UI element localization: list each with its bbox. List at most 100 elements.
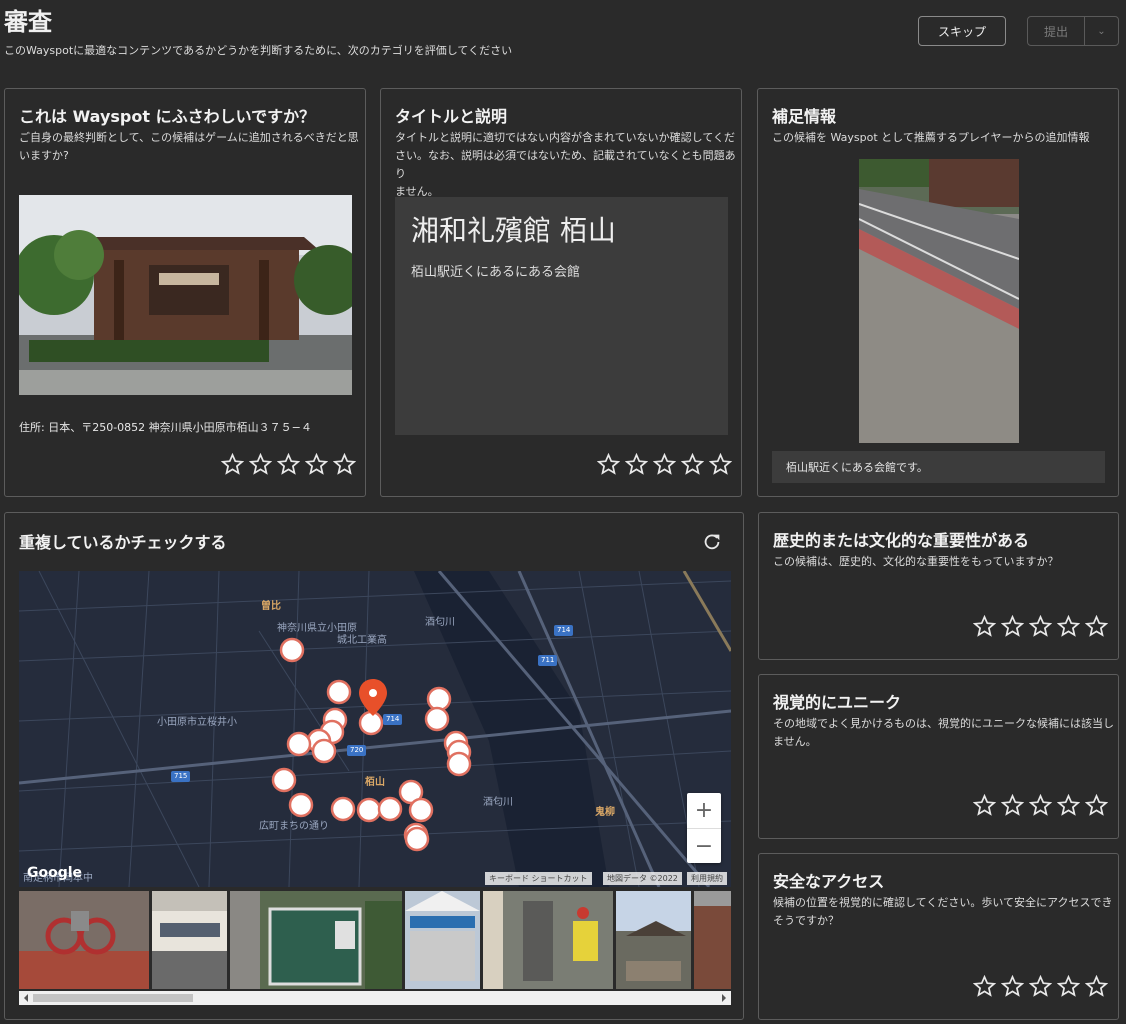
submit-dropdown-chevron-down-icon[interactable]: ⌄ <box>1084 16 1119 46</box>
zoom-out-button[interactable]: − <box>687 829 721 864</box>
map-canvas[interactable] <box>19 571 731 887</box>
supplemental-text-box: 栢山駅近くにある会館です。 <box>772 451 1105 483</box>
star-icon[interactable] <box>1085 615 1108 638</box>
desc-line: ご自身の最終判断として、この候補はゲームに追加されるべきだと思 <box>19 131 359 144</box>
star-rating-title-description[interactable] <box>597 453 732 476</box>
card-title: 歴史的または文化的な重要性がある <box>773 531 1030 550</box>
keyboard-shortcuts-link[interactable]: キーボード ショートカット <box>485 872 592 885</box>
road-badge: 714 <box>383 714 403 725</box>
star-icon[interactable] <box>1029 615 1052 638</box>
star-rating-visual[interactable] <box>973 794 1108 817</box>
duplicate-map[interactable]: 曽比 神奈川県立小田原 城北工業高 小田原市立桜井小 栢山 鬼柳 酒匂川 酒匂川… <box>19 571 731 887</box>
nearby-photo-thumbnail[interactable] <box>19 891 149 989</box>
desc-line: さい。なお、説明は必須ではないため、記載されていなくとも問題あり <box>395 149 736 180</box>
wayspot-title: 湘和礼殯館 栢山 <box>411 214 616 247</box>
map-label: 酒匂川 <box>425 617 455 628</box>
card-description: ご自身の最終判断として、この候補はゲームに追加されるべきだと思 いますか? <box>19 129 359 165</box>
card-description: タイトルと説明に適切ではない内容が含まれていないか確認してくだ さい。なお、説明… <box>395 129 741 201</box>
desc-line: その地域でよく見かけるものは、視覚的にユニークな候補には該当し <box>773 717 1114 730</box>
star-rating-access[interactable] <box>973 975 1108 998</box>
card-description: 候補の位置を視覚的に確認してください。歩いて安全にアクセスでき そうですか？ <box>773 894 1112 930</box>
zoom-in-button[interactable]: + <box>687 793 721 828</box>
wayspot-title-box: 湘和礼殯館 栢山 栢山駅近くにあるにある会館 <box>395 197 728 435</box>
nearby-photo-thumbnail[interactable] <box>405 891 480 989</box>
map-label: 小田原市立桜井小 <box>157 717 237 728</box>
appropriate-card: これは Wayspot にふさわしいですか？ ご自身の最終判断として、この候補は… <box>4 88 366 497</box>
star-icon[interactable] <box>1085 975 1108 998</box>
star-icon[interactable] <box>709 453 732 476</box>
google-logo: Google <box>27 865 83 881</box>
supplemental-info-card: 補足情報 この候補を Wayspot として推薦するプレイヤーからの追加情報 栢… <box>757 88 1119 497</box>
star-icon[interactable] <box>1001 615 1024 638</box>
card-description: その地域でよく見かけるものは、視覚的にユニークな候補には該当し ません。 <box>773 715 1114 751</box>
desc-line: タイトルと説明に適切ではない内容が含まれていないか確認してくだ <box>395 131 736 144</box>
zoom-control: + − <box>687 793 721 863</box>
star-icon[interactable] <box>1029 975 1052 998</box>
star-icon[interactable] <box>1057 794 1080 817</box>
star-icon[interactable] <box>221 453 244 476</box>
visual-unique-card: 視覚的にユニーク その地域でよく見かけるものは、視覚的にユニークな候補には該当し… <box>758 674 1119 839</box>
terms-link[interactable]: 利用規約 <box>687 872 727 885</box>
star-icon[interactable] <box>973 615 996 638</box>
road-badge: 714 <box>554 625 574 636</box>
map-label: 曽比 <box>261 601 281 612</box>
star-icon[interactable] <box>1001 794 1024 817</box>
photos-scrollbar[interactable] <box>19 991 731 1005</box>
candidate-photo[interactable] <box>19 195 352 395</box>
star-icon[interactable] <box>597 453 620 476</box>
skip-button[interactable]: スキップ <box>918 16 1006 46</box>
scroll-right-icon[interactable] <box>720 992 728 1004</box>
historic-card: 歴史的または文化的な重要性がある この候補は、歴史的、文化的な重要性をもっていま… <box>758 512 1119 660</box>
map-label: 酒匂川 <box>483 797 513 808</box>
star-icon[interactable] <box>1057 975 1080 998</box>
nearby-photo-thumbnail[interactable] <box>616 891 691 989</box>
nearby-photo-thumbnail[interactable] <box>694 891 731 989</box>
star-rating-appropriate[interactable] <box>221 453 356 476</box>
star-icon[interactable] <box>249 453 272 476</box>
wayspot-description: 栢山駅近くにあるにある会館 <box>411 265 581 280</box>
star-icon[interactable] <box>1001 975 1024 998</box>
desc-line: 候補の位置を視覚的に確認してください。歩いて安全にアクセスでき <box>773 896 1113 909</box>
star-icon[interactable] <box>973 794 996 817</box>
scroll-left-icon[interactable] <box>22 992 30 1004</box>
submit-button[interactable]: 提出 <box>1027 16 1085 46</box>
duplicate-check-card: 重複しているかチェックする 曽比 神奈川県立小田原 城北工業高 小田原市立桜井小… <box>4 512 744 1020</box>
desc-line: そうですか？ <box>773 914 839 927</box>
star-icon[interactable] <box>1085 794 1108 817</box>
road-badge: 715 <box>171 771 191 782</box>
road-badge: 720 <box>347 745 367 756</box>
star-rating-historic[interactable] <box>973 615 1108 638</box>
nearby-photos-strip <box>19 891 731 989</box>
card-title: 補足情報 <box>772 107 837 126</box>
card-title: 重複しているかチェックする <box>19 533 227 552</box>
title-description-card: タイトルと説明 タイトルと説明に適切ではない内容が含まれていないか確認してくだ … <box>380 88 742 497</box>
card-title: タイトルと説明 <box>395 107 508 126</box>
star-icon[interactable] <box>973 975 996 998</box>
safe-access-card: 安全なアクセス 候補の位置を視覚的に確認してください。歩いて安全にアクセスでき … <box>758 853 1119 1020</box>
star-icon[interactable] <box>625 453 648 476</box>
star-icon[interactable] <box>681 453 704 476</box>
refresh-icon[interactable] <box>701 531 723 553</box>
page-title: 審査 <box>4 8 52 36</box>
star-icon[interactable] <box>333 453 356 476</box>
map-label: 鬼柳 <box>595 807 615 818</box>
supporting-photo[interactable] <box>859 159 1019 443</box>
card-title: これは Wayspot にふさわしいですか？ <box>19 107 316 126</box>
address-text: 住所: 日本、〒250-0852 神奈川県小田原市栢山３７５−４ <box>19 421 312 434</box>
star-icon[interactable] <box>653 453 676 476</box>
card-title: 視覚的にユニーク <box>773 693 902 712</box>
nearby-photo-thumbnail[interactable] <box>230 891 402 989</box>
nearby-photo-thumbnail[interactable] <box>483 891 613 989</box>
star-icon[interactable] <box>277 453 300 476</box>
star-icon[interactable] <box>1029 794 1052 817</box>
map-label: 広町まちの通り <box>259 821 329 832</box>
card-description: この候補は、歴史的、文化的な重要性をもっていますか？ <box>773 555 1059 568</box>
star-icon[interactable] <box>305 453 328 476</box>
card-title: 安全なアクセス <box>773 872 885 891</box>
star-icon[interactable] <box>1057 615 1080 638</box>
page-subtitle: このWayspotに最適なコンテンツであるかどうかを判断するために、次のカテゴリ… <box>4 44 513 57</box>
road-badge: 711 <box>538 655 558 666</box>
nearby-photo-thumbnail[interactable] <box>152 891 227 989</box>
map-data-attribution: 地図データ ©2022 <box>603 872 682 885</box>
scrollbar-thumb[interactable] <box>33 994 193 1002</box>
